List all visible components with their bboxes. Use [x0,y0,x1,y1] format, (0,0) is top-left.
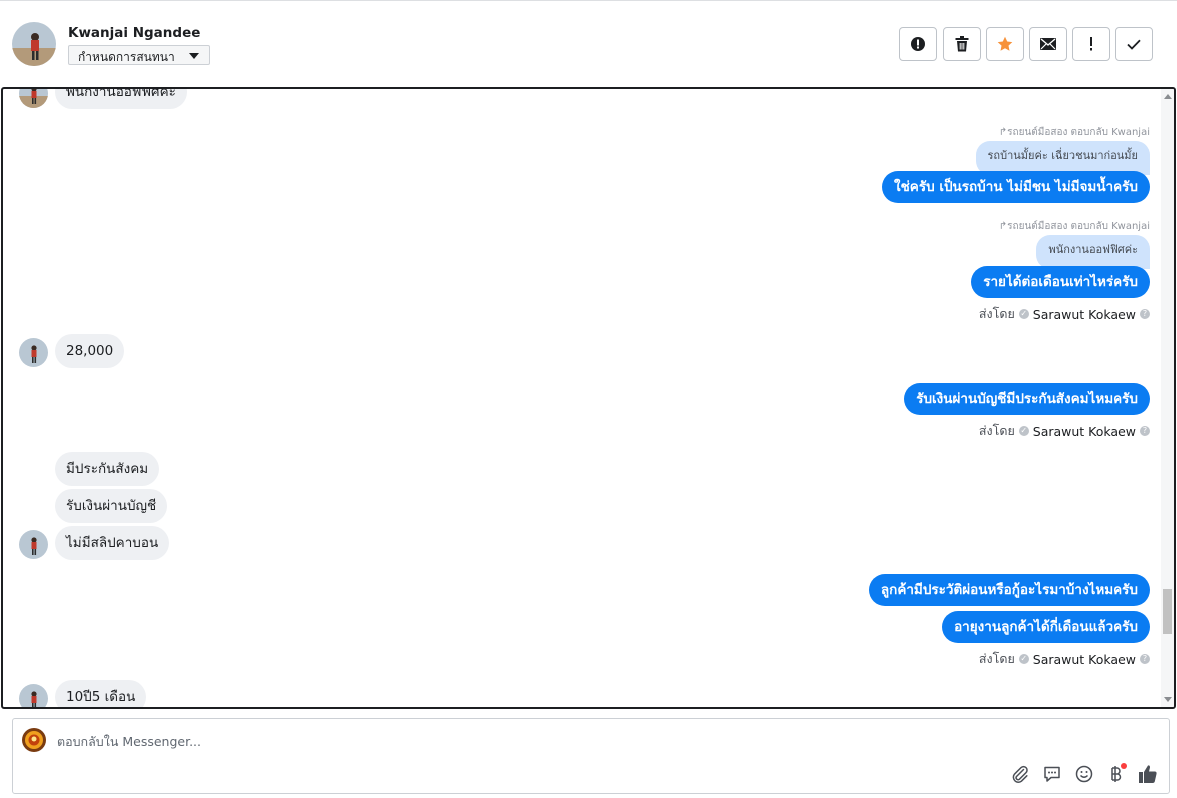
sent-by-line: ส่งโดย ✓ Sarawut Kokaew ? [979,421,1150,441]
sent-by-label: ส่งโดย [978,423,1015,438]
notification-dot [1121,763,1127,769]
help-icon[interactable]: ? [1140,426,1150,436]
payment-button[interactable] [1105,763,1127,785]
incoming-message: 10ปี5 เดือน [55,680,147,707]
contact-avatar[interactable] [12,22,56,66]
smiley-icon [1075,765,1093,783]
trash-icon [955,36,969,52]
quoted-message[interactable]: พนักงานออฟฟิศค่ะ [1036,235,1150,269]
help-icon[interactable]: ? [1140,654,1150,664]
envelope-icon [1040,38,1056,50]
report-spam-button[interactable] [899,27,937,61]
page-avatar [22,728,46,752]
conversation-header: Kwanjai Ngandee กำหนดการสนทนา [0,0,1177,87]
outgoing-message: อายุงานลูกค้าได้กี่เดือนแล้วครับ [942,611,1150,643]
alert-circle-icon [911,37,925,51]
reply-context-note: ↱รถยนต์มือสอง ตอบกลับ Kwanjai [998,127,1150,138]
outgoing-message: รับเงินผ่านบัญชีมีประกันสังคมไหมครับ [904,383,1150,415]
attach-button[interactable] [1009,763,1031,785]
like-button[interactable] [1137,763,1159,785]
mark-important-button[interactable] [1072,27,1110,61]
reply-context-note: ↱รถยนต์มือสอง ตอบกลับ Kwanjai [998,221,1150,232]
agent-status-icon: ✓ [1018,654,1029,664]
chat-bubble-icon [1044,766,1060,782]
sent-by-label: ส่งโดย [978,651,1015,666]
incoming-message: รับเงินผ่านบัญชี [55,489,168,523]
scroll-up-icon[interactable] [1164,94,1172,99]
sent-by-label: ส่งโดย [978,306,1015,321]
agent-name[interactable]: Sarawut Kokaew [1033,424,1136,439]
agent-status-icon: ✓ [1018,426,1029,436]
paperclip-icon [1012,765,1028,783]
scroll-down-icon[interactable] [1164,697,1172,702]
sent-by-line: ส่งโดย ✓ Sarawut Kokaew ? [979,304,1150,324]
incoming-message: มีประกันสังคม [55,452,160,486]
star-button[interactable] [986,27,1024,61]
mark-done-button[interactable] [1115,27,1153,61]
mark-unread-button[interactable] [1029,27,1067,61]
caret-down-icon [189,53,199,59]
contact-mini-avatar [19,684,48,707]
assign-conversation-label: กำหนดการสนทนา [78,50,175,64]
delete-button[interactable] [943,27,981,61]
sent-by-line: ส่งโดย ✓ Sarawut Kokaew ? [979,649,1150,669]
outgoing-message: รายได้ต่อเดือนเท่าไหร่ครับ [971,266,1150,298]
agent-status-icon: ✓ [1018,309,1029,319]
outgoing-message: ลูกค้ามีประวัติผ่อนหรือกู้อะไรมาบ้างไหมค… [868,574,1150,606]
contact-mini-avatar [19,530,48,559]
contact-mini-avatar [19,338,48,367]
scrollbar-thumb[interactable] [1163,589,1172,634]
reply-input[interactable] [57,731,957,751]
incoming-message: 28,000 [55,334,125,368]
reply-composer [12,718,1170,794]
agent-name[interactable]: Sarawut Kokaew [1033,652,1136,667]
incoming-message: ไม่มีสลิปคาบอน [55,526,170,560]
contact-name[interactable]: Kwanjai Ngandee [68,25,200,41]
exclamation-icon [1090,37,1092,51]
agent-name[interactable]: Sarawut Kokaew [1033,307,1136,322]
assign-conversation-dropdown[interactable]: กำหนดการสนทนา [68,45,210,65]
star-icon [997,36,1013,51]
help-icon[interactable]: ? [1140,309,1150,319]
thread-scrollbar[interactable] [1161,89,1174,707]
quoted-message[interactable]: รถบ้านมั้ยค่ะ เฉี่ยวชนมาก่อนมั้ย [975,141,1150,175]
outgoing-message: ใช่ครับ เป็นรถบ้าน ไม่มีชน ไม่มีจมน้ำครั… [882,171,1150,203]
emoji-button[interactable] [1073,763,1095,785]
thumbs-up-icon [1139,765,1157,783]
incoming-message: พนักงานออฟฟิศค่ะ [55,89,187,109]
checkmark-icon [1127,39,1141,50]
message-thread[interactable]: พนักงานออฟฟิศค่ะ ↱รถยนต์มือสอง ตอบกลับ K… [1,87,1176,709]
saved-replies-button[interactable] [1041,763,1063,785]
contact-mini-avatar [19,89,48,108]
